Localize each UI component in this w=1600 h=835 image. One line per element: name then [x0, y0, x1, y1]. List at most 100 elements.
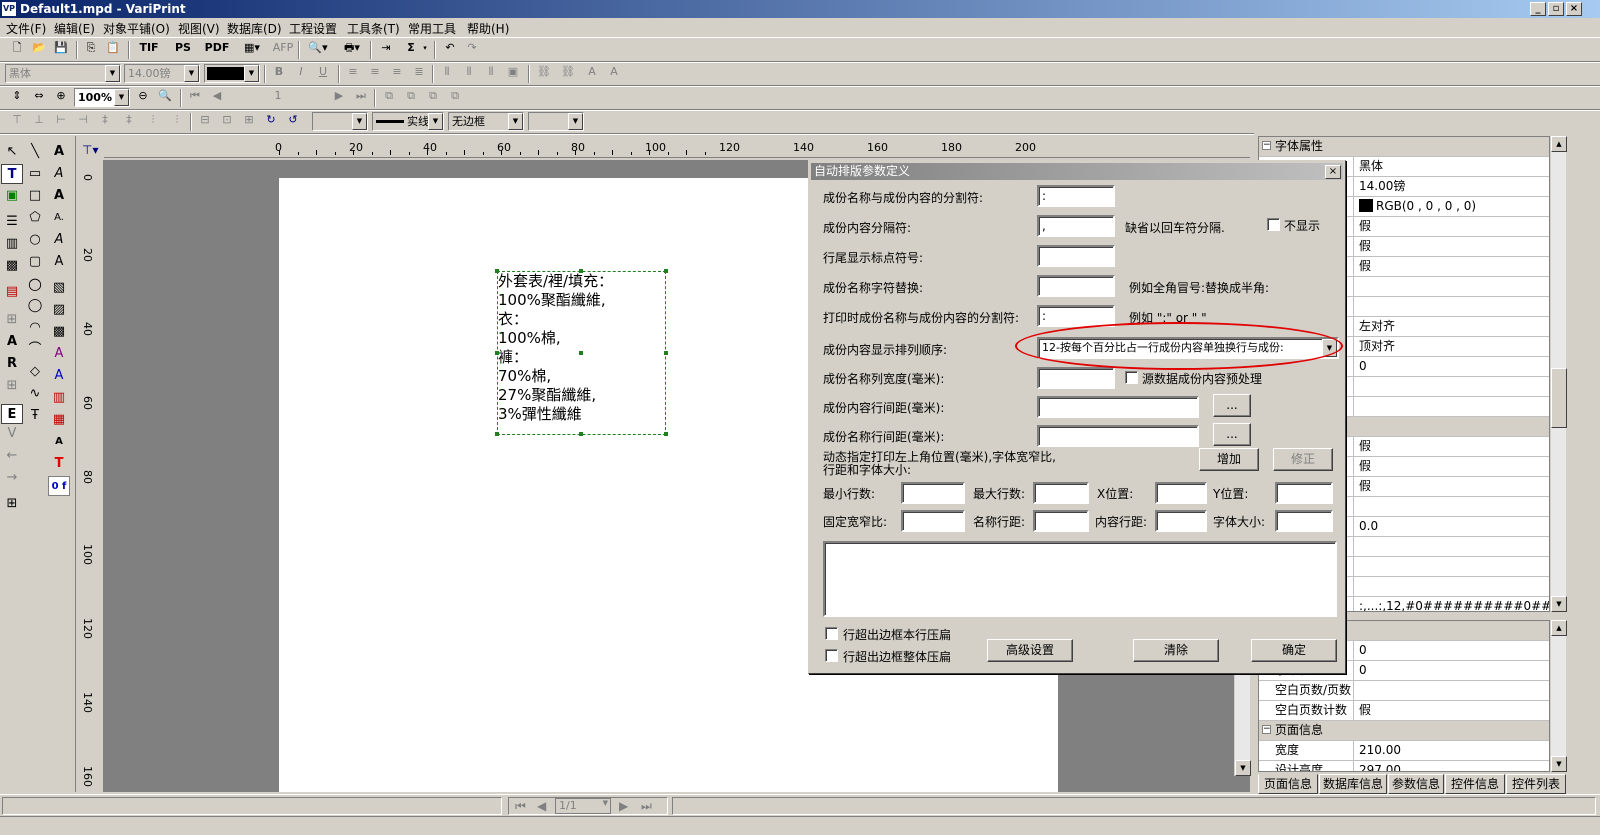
arc-tool-icon[interactable]: ◠	[24, 318, 46, 338]
sep-input[interactable]: :	[1037, 185, 1115, 207]
resize-handle[interactable]	[579, 269, 583, 273]
text-a-italic-icon[interactable]: A	[48, 164, 70, 184]
property-value[interactable]: 假	[1359, 437, 1549, 456]
menu-help[interactable]: 帮助(H)	[467, 20, 509, 37]
text-path-tool-icon[interactable]: Ŧ	[24, 406, 46, 426]
zoom-in-icon[interactable]: ⊕	[52, 86, 70, 106]
fit-width-icon[interactable]: ⇔	[30, 86, 48, 106]
resize-handle[interactable]	[664, 269, 668, 273]
property-row[interactable]: 空白页数计数假	[1259, 701, 1549, 721]
char-spacing-2-icon[interactable]: ⦀	[460, 62, 478, 82]
paragraph-r-icon[interactable]: R	[1, 354, 23, 374]
of-icon[interactable]: 0 f	[48, 476, 70, 496]
name-row-input[interactable]	[1033, 510, 1089, 532]
magnifier-icon[interactable]: 🔍	[156, 86, 174, 106]
print-layout-icon[interactable]: ▦▾	[238, 38, 266, 58]
resize-handle[interactable]	[495, 432, 499, 436]
menu-project-settings[interactable]: 工程设置	[289, 20, 337, 37]
menu-edit[interactable]: 编辑(E)	[54, 20, 95, 37]
property-value[interactable]: 假	[1359, 701, 1549, 720]
property-value[interactable]: 黑体	[1359, 157, 1549, 176]
red-t-icon[interactable]: T	[48, 454, 70, 474]
align-center-icon[interactable]: ≡	[366, 62, 384, 82]
resize-handle[interactable]	[664, 432, 668, 436]
fill-combo[interactable]: ▼	[312, 112, 368, 131]
fit-height-icon[interactable]: ⇕	[8, 86, 26, 106]
property-value[interactable]: :,...:,12,#0##########0##0#	[1359, 597, 1549, 611]
export-pdf-button[interactable]: PDF	[202, 38, 232, 58]
scroll-down-icon[interactable]: ▼	[1551, 596, 1567, 612]
underline-button[interactable]: U	[314, 62, 332, 82]
polygon-tool-icon[interactable]: ⬠	[24, 208, 46, 228]
distribute-2-icon[interactable]: ⫶	[168, 110, 186, 130]
rotate-cw-icon[interactable]: ↻	[262, 110, 280, 130]
property-row[interactable]: 宽度 210.00	[1259, 741, 1549, 761]
zoom-out-icon[interactable]: ⊖	[134, 86, 152, 106]
image-tool-icon[interactable]: ▣	[1, 186, 23, 206]
modify-button[interactable]: 修正	[1273, 448, 1333, 471]
group-tool-icon[interactable]: ⊞	[1, 494, 23, 514]
font-name-combo[interactable]: 黑体 ▼	[5, 64, 121, 83]
prev-page-icon[interactable]: ◀	[208, 86, 226, 106]
small-a-icon[interactable]: A	[48, 432, 70, 452]
advanced-button[interactable]: 高级设置	[987, 639, 1073, 662]
distribute-icon[interactable]: ⫶	[144, 110, 162, 130]
grid-2-tool-icon[interactable]: ⊞	[1, 376, 23, 396]
name-spacing-input[interactable]	[1037, 425, 1199, 447]
text-tool-icon[interactable]: T	[1, 164, 23, 184]
arrow-left-icon[interactable]: ←	[1, 446, 23, 466]
text-a-icon[interactable]: A	[48, 142, 70, 162]
property-category[interactable]: − 字体属性	[1259, 137, 1549, 157]
property-row[interactable]: 空白页数/页数	[1259, 681, 1549, 701]
last-page-icon[interactable]: ⏭	[641, 799, 652, 814]
content-spacing-browse-button[interactable]: ...	[1213, 394, 1251, 417]
replace-input[interactable]	[1037, 275, 1115, 297]
unlink-icon[interactable]: ⛓	[558, 62, 578, 82]
width-ratio-input[interactable]	[901, 510, 965, 532]
pattern-icon[interactable]: ▧	[48, 278, 70, 298]
property-category[interactable]: − 页面信息	[1259, 721, 1549, 741]
bold-button[interactable]: B	[270, 62, 288, 82]
collapse-icon[interactable]: −	[1262, 725, 1271, 734]
insert-icon[interactable]: ⇥	[376, 38, 396, 58]
wordart-icon[interactable]: A	[48, 344, 70, 364]
paste-icon[interactable]: 📋	[104, 38, 122, 58]
property-value[interactable]: 0	[1359, 357, 1549, 376]
text-a-outline-icon[interactable]: A	[48, 230, 70, 250]
wordart-2-icon[interactable]: A	[48, 366, 70, 386]
last-page-icon[interactable]: ⏭	[352, 86, 370, 106]
preprocess-checkbox[interactable]	[1125, 371, 1138, 384]
arc-2-tool-icon[interactable]: ⌒	[24, 340, 46, 360]
tab-database-info[interactable]: 数据库信息	[1319, 774, 1387, 794]
property-value[interactable]: 0.0	[1359, 517, 1549, 536]
rect-tool-icon[interactable]: ▭	[24, 164, 46, 184]
compress-row-checkbox[interactable]	[825, 627, 838, 640]
barcode-color-2-icon[interactable]: ▦	[48, 410, 70, 430]
same-width-icon[interactable]: ⊟	[196, 110, 214, 130]
table-tool-icon[interactable]: ☰	[1, 212, 23, 232]
char-box-icon[interactable]: ▣	[504, 62, 522, 82]
menu-object-tile[interactable]: 对象平铺(O)	[103, 20, 170, 37]
text-frame[interactable]: 外套表/裡/填充： 100%聚酯纖維, 衣： 100%棉, 褲： 70%棉, 27%聚酯纖維…	[495, 269, 668, 436]
property-value[interactable]: 297.00	[1359, 761, 1549, 771]
x-input[interactable]	[1155, 482, 1207, 504]
property-value[interactable]: 假	[1359, 457, 1549, 476]
print-icon[interactable]: 🖶▾	[338, 38, 366, 58]
tab-page-info[interactable]: 页面信息	[1258, 774, 1318, 794]
scroll-up-icon[interactable]: ▲	[1551, 136, 1567, 152]
menu-toolbars[interactable]: 工具条(T)	[347, 20, 400, 37]
restore-button[interactable]: ▫	[1548, 2, 1564, 16]
next-page-icon[interactable]: ▶	[330, 86, 348, 106]
property-row[interactable]: 设计高度 297.00	[1259, 761, 1549, 771]
collapse-icon[interactable]: −	[1262, 141, 1271, 150]
square-tool-icon[interactable]: □	[24, 186, 46, 206]
prev-page-icon[interactable]: ◀	[537, 799, 546, 813]
ok-button[interactable]: 确定	[1251, 639, 1337, 662]
content-sep-input[interactable]: ,	[1037, 215, 1115, 237]
text-a-small-icon[interactable]: A.	[48, 208, 70, 228]
line-end-input[interactable]	[1037, 245, 1115, 267]
property-value[interactable]: RGB(0 , 0 , 0 , 0)	[1359, 197, 1549, 216]
first-page-icon[interactable]: ⏮	[515, 799, 526, 814]
layer-3-icon[interactable]: ⧉	[424, 86, 442, 106]
font-size-combo[interactable]: 14.00镑 ▼	[124, 64, 200, 83]
